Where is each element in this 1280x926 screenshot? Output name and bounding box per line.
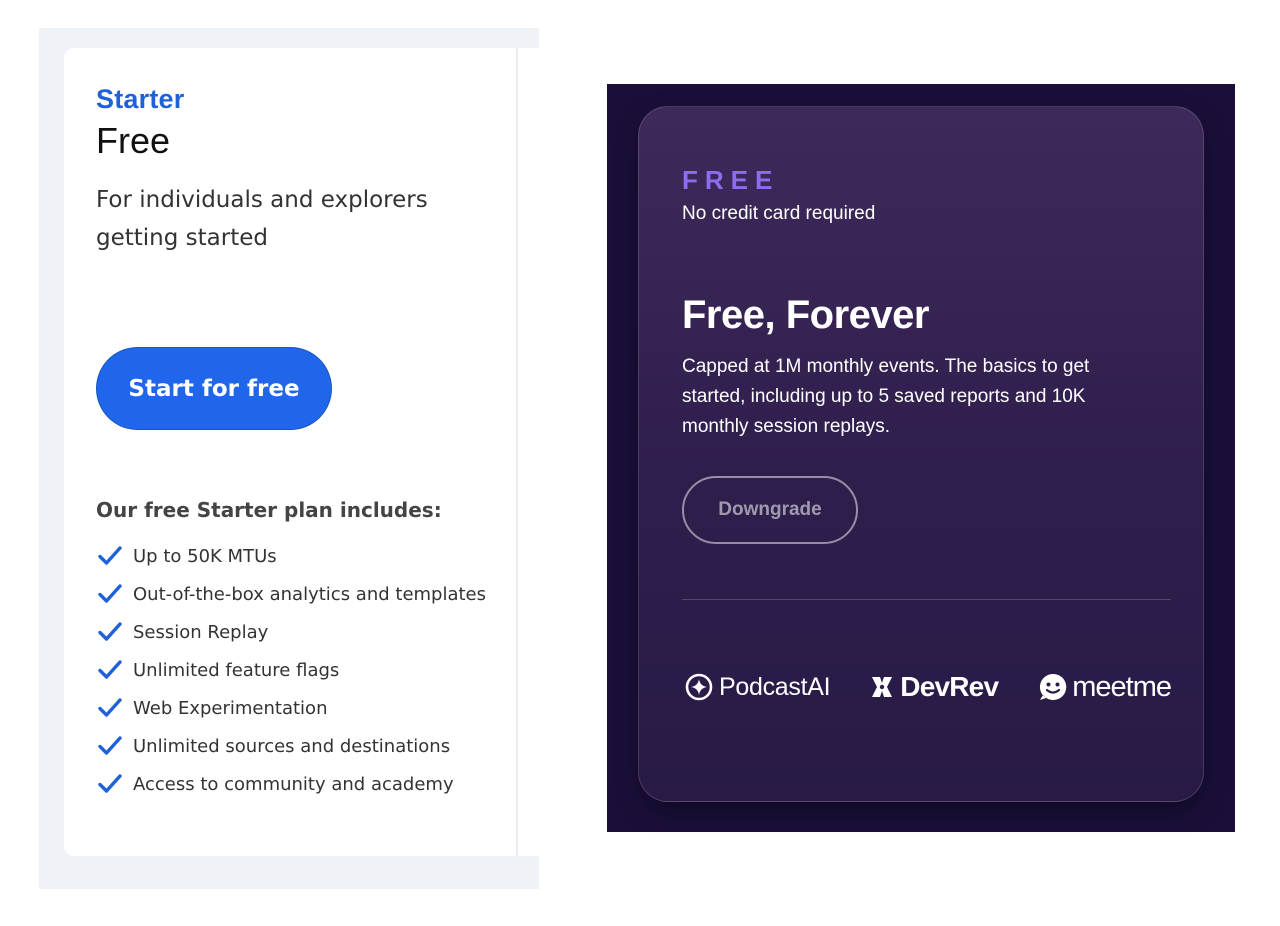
podcastai-wordmark: PodcastAI xyxy=(719,672,831,701)
check-icon xyxy=(98,546,122,565)
free-forever-description: Capped at 1M monthly events. The basics … xyxy=(682,356,1090,437)
feature-item: Unlimited sources and destinations xyxy=(98,727,486,765)
check-icon xyxy=(98,736,122,755)
free-plan-panel: FREE No credit card required Free, Forev… xyxy=(607,84,1235,832)
includes-title: Our free Starter plan includes: xyxy=(96,498,442,522)
free-label: FREE xyxy=(682,165,780,195)
feature-item: Out-of-the-box analytics and templates xyxy=(98,575,486,613)
feature-label: Session Replay xyxy=(133,621,269,643)
divider xyxy=(682,599,1171,600)
feature-label: Web Experimentation xyxy=(133,697,328,719)
downgrade-button[interactable]: Downgrade xyxy=(682,476,858,544)
starter-plan-panel: Starter Free For individuals and explore… xyxy=(39,28,539,889)
card-divider xyxy=(516,48,518,856)
free-plan-card: FREE No credit card required Free, Forev… xyxy=(638,106,1204,802)
devrev-icon xyxy=(872,677,893,697)
feature-item: Web Experimentation xyxy=(98,689,486,727)
free-forever-title: Free, Forever xyxy=(682,293,929,337)
customer-logos: PodcastAI DevRev meetme xyxy=(685,667,1172,707)
check-icon xyxy=(98,584,122,603)
start-for-free-button[interactable]: Start for free xyxy=(96,347,332,430)
feature-label: Access to community and academy xyxy=(133,773,454,795)
feature-item: Session Replay xyxy=(98,613,486,651)
check-icon xyxy=(98,622,122,641)
feature-label: Unlimited sources and destinations xyxy=(133,735,451,757)
check-icon xyxy=(98,660,122,679)
devrev-wordmark: DevRev xyxy=(900,671,999,702)
meetme-logo: meetme xyxy=(1038,670,1172,704)
feature-item: Up to 50K MTUs xyxy=(98,537,486,575)
check-icon xyxy=(98,774,122,793)
plan-description: For individuals and explorers getting st… xyxy=(96,187,428,251)
plan-price: Free xyxy=(96,120,171,161)
feature-item: Access to community and academy xyxy=(98,765,486,803)
podcastai-icon xyxy=(685,673,713,701)
check-icon xyxy=(98,698,122,717)
devrev-logo: DevRev xyxy=(870,671,999,703)
feature-label: Up to 50K MTUs xyxy=(133,545,277,567)
meetme-smile-icon xyxy=(1040,673,1067,700)
no-credit-card-note: No credit card required xyxy=(682,203,876,224)
feature-item: Unlimited feature flags xyxy=(98,651,486,689)
feature-label: Unlimited feature flags xyxy=(133,659,340,681)
plan-name: Starter xyxy=(96,84,185,114)
podcastai-logo: PodcastAI xyxy=(685,672,831,702)
feature-label: Out-of-the-box analytics and templates xyxy=(133,583,487,605)
feature-list: Up to 50K MTUs Out-of-the-box analytics … xyxy=(98,537,486,803)
meetme-wordmark: meetme xyxy=(1072,670,1172,703)
starter-plan-card: Starter Free For individuals and explore… xyxy=(64,48,539,856)
